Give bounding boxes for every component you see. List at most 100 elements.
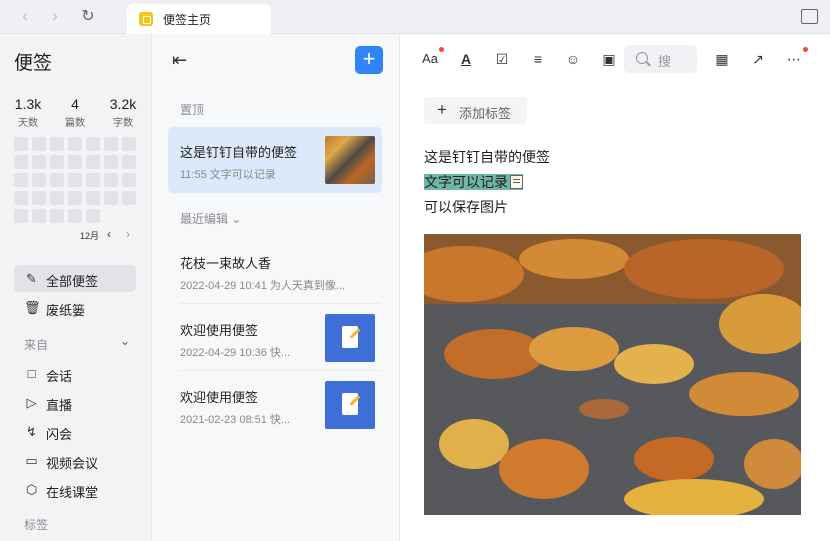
back-arrow-icon[interactable]: ‹: [16, 8, 34, 26]
heatmap-cell: [122, 191, 136, 205]
highlighted-text[interactable]: 文字可以记录: [424, 174, 523, 190]
next-month-icon[interactable]: ›: [126, 227, 130, 241]
note-card[interactable]: 花枝一束故人香 2022-04-29 10:41 为人天真到像...: [168, 238, 382, 304]
heatmap-cell: [32, 209, 46, 223]
heatmap-cell: [86, 191, 100, 205]
note-line[interactable]: 可以保存图片: [424, 197, 508, 217]
note-card[interactable]: 欢迎使用便签 2022-04-29 10:36 快...: [168, 305, 382, 371]
sidebar-item-all-notes[interactable]: ✎ 全部便签: [14, 265, 136, 292]
heatmap-cell: [50, 209, 64, 223]
sidebar-item-live[interactable]: ▷ 直播: [14, 389, 136, 416]
note-card[interactable]: 欢迎使用便签 2021-02-23 08:51 快...: [168, 372, 382, 438]
note-title: 欢迎使用便签: [180, 323, 259, 338]
heatmap-cell: [32, 173, 46, 187]
memo-icon: [510, 175, 523, 189]
image-icon[interactable]: ▣: [599, 49, 619, 69]
heatmap-cell: [68, 137, 82, 151]
tab-label: 便签主页: [163, 13, 212, 27]
collapse-sidebar-icon[interactable]: ⇤: [172, 50, 187, 71]
note-list-panel: ⇤ + 置顶 这是钉钉自带的便签 11:55 文字可以记录 最近编辑 ⌄ 花枝一…: [152, 34, 400, 541]
heatmap-cell: [14, 137, 28, 151]
video-icon: ▭: [25, 453, 38, 468]
heatmap-cell: [32, 191, 46, 205]
new-dot-badge: [803, 47, 808, 52]
sidebar-item-trash[interactable]: 🗑 废纸篓: [14, 294, 136, 321]
note-thumbnail: [325, 381, 375, 429]
note-meta: 11:55 文字可以记录: [180, 169, 276, 181]
font-size-icon[interactable]: Aa: [420, 49, 440, 69]
note-line[interactable]: 文字可以记录: [424, 172, 523, 192]
classroom-icon: ⬡: [25, 482, 38, 497]
tags-section-label: 标签: [24, 518, 49, 532]
heatmap-cell: [14, 173, 28, 187]
note-title: 欢迎使用便签: [180, 390, 259, 405]
heatmap-cell: [104, 173, 118, 187]
search-icon: [636, 52, 648, 64]
add-tag-button[interactable]: + 添加标签: [424, 97, 527, 124]
heatmap-cell: [50, 191, 64, 205]
search-input[interactable]: 搜: [624, 45, 697, 73]
checkbox-icon[interactable]: ☑: [492, 49, 512, 69]
chevron-down-icon[interactable]: ⌄: [120, 334, 130, 348]
from-section-label: 来自: [24, 338, 49, 352]
title-bar: ‹ › ↻ 便签主页: [0, 0, 830, 34]
new-dot-badge: [439, 47, 444, 52]
new-note-button[interactable]: +: [355, 46, 383, 74]
sidebar-item-flash-meeting[interactable]: ↯ 闪会: [14, 418, 136, 445]
template-icon[interactable]: ▦: [712, 49, 732, 69]
heatmap-cell: [86, 173, 100, 187]
heatmap-cell: [68, 155, 82, 169]
heatmap-cell: [86, 137, 100, 151]
heatmap-cell: [104, 155, 118, 169]
month-label: 12月: [80, 231, 100, 241]
note-card-pinned[interactable]: 这是钉钉自带的便签 11:55 文字可以记录: [168, 127, 382, 193]
open-external-window-icon[interactable]: [801, 9, 818, 24]
text-color-icon[interactable]: A: [456, 49, 476, 69]
heatmap-cell: [32, 137, 46, 151]
tab-notes-home[interactable]: 便签主页: [127, 4, 271, 34]
forward-arrow-icon[interactable]: ›: [46, 8, 64, 26]
heatmap-cell: [122, 155, 136, 169]
pinned-section-label: 置顶: [180, 103, 205, 117]
sidebar: 便签 1.3k 天数 4 篇数 3.2k 字数 12月 ‹ › ✎ 全部便签 🗑…: [0, 34, 152, 541]
note-title: 花枝一束故人香: [180, 256, 272, 271]
heatmap-cell: [104, 191, 118, 205]
stat-count: 4 篇数: [65, 96, 85, 129]
note-thumbnail: [325, 136, 375, 184]
refresh-icon[interactable]: ↻: [79, 8, 97, 26]
prev-month-icon[interactable]: ‹: [107, 227, 111, 241]
activity-heatmap: [14, 137, 140, 223]
sidebar-item-video-meeting[interactable]: ▭ 视频会议: [14, 447, 136, 474]
note-meta: 2022-04-29 10:36 快...: [180, 347, 291, 359]
divider: [180, 370, 380, 371]
heatmap-cell: [50, 137, 64, 151]
emoji-icon[interactable]: ☺: [563, 49, 583, 69]
note-edit-icon: ✎: [26, 271, 37, 286]
note-image-autumn-leaves[interactable]: [424, 234, 801, 515]
note-thumbnail: [325, 314, 375, 362]
divider: [180, 303, 380, 304]
heatmap-cell: [50, 173, 64, 187]
note-line[interactable]: 这是钉钉自带的便签: [424, 147, 550, 167]
heatmap-cell: [68, 191, 82, 205]
note-meta: 2021-02-23 08:51 快...: [180, 414, 291, 426]
more-icon[interactable]: ⋯: [784, 49, 804, 69]
sidebar-item-online-classroom[interactable]: ⬡ 在线课堂: [14, 476, 136, 503]
heatmap-cell: [14, 191, 28, 205]
heatmap-cell: [122, 137, 136, 151]
share-icon[interactable]: ↗: [748, 49, 768, 69]
heatmap-cell: [104, 137, 118, 151]
heatmap-cell: [86, 155, 100, 169]
chat-icon: □: [27, 366, 36, 381]
sidebar-title: 便签: [14, 53, 53, 74]
divider-icon[interactable]: ≡: [528, 49, 548, 69]
heatmap-cell: [68, 173, 82, 187]
heatmap-cell: [86, 209, 100, 223]
heatmap-cell: [32, 155, 46, 169]
recent-section-label[interactable]: 最近编辑 ⌄: [180, 210, 241, 227]
sidebar-item-chat[interactable]: □ 会话: [14, 360, 136, 387]
trash-icon: 🗑: [24, 300, 41, 315]
flash-meeting-icon: ↯: [26, 424, 37, 439]
autumn-leaves-photo: [424, 234, 801, 515]
stat-words: 3.2k 字数: [109, 96, 137, 129]
